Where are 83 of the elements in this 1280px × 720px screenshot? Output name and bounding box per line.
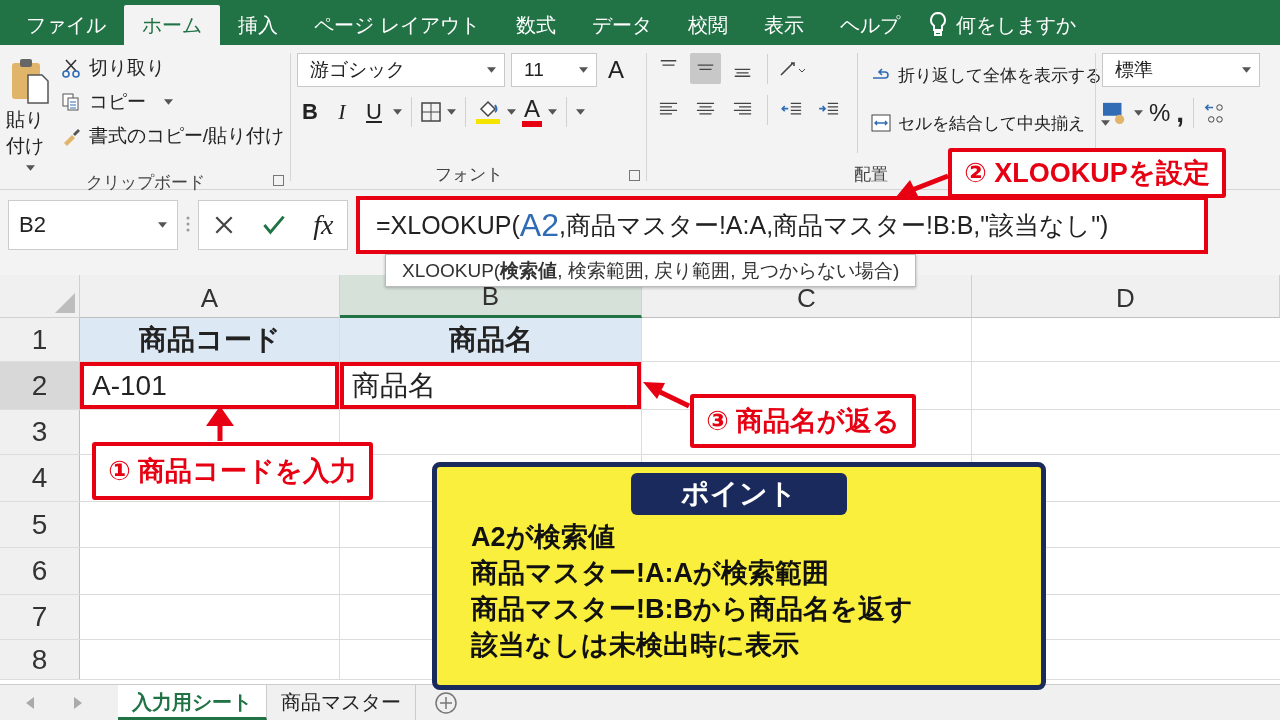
paste-button[interactable]: 貼り付け xyxy=(6,53,55,171)
sheet-tab[interactable]: 商品マスター xyxy=(267,685,416,720)
scissors-icon xyxy=(60,58,81,78)
table-cell[interactable]: A-101 xyxy=(80,362,340,409)
callout-arrow xyxy=(206,406,234,441)
ribbon-tab[interactable]: 校閲 xyxy=(669,5,746,45)
callout-label: ③ 商品名が返る xyxy=(690,394,917,448)
font-size-dropdown[interactable]: 11 xyxy=(511,53,597,87)
callout-label: ① 商品コードを入力 xyxy=(92,442,374,500)
row-header[interactable]: 4 xyxy=(0,455,80,501)
ribbon-tab[interactable]: ファイル xyxy=(8,5,124,45)
table-cell[interactable]: 商品名 xyxy=(340,362,642,409)
caret-icon xyxy=(487,67,496,73)
point-text: A2が検索値 xyxy=(471,521,616,554)
callout-arrow xyxy=(643,382,691,409)
row-header[interactable]: 3 xyxy=(0,410,80,454)
formula-field[interactable]: =XLOOKUP(A2,商品マスター!A:A,商品マスター!B:B,"該当なし") xyxy=(356,196,1208,254)
table-cell[interactable]: 商品名 xyxy=(340,318,642,361)
table-cell[interactable]: 商品コード xyxy=(80,318,340,361)
callout-label: ② XLOOKUPを設定 xyxy=(948,148,1226,198)
percent-button[interactable]: % xyxy=(1149,99,1171,127)
group-label: フォント xyxy=(434,163,503,186)
ribbon-tab[interactable]: ヘルプ xyxy=(821,5,918,45)
merge-center-button[interactable]: セルを結合して中央揃え xyxy=(870,105,1110,141)
row-header[interactable]: 1 xyxy=(0,318,80,361)
point-text: 商品マスター!A:Aが検索範囲 xyxy=(471,557,830,590)
cut-button[interactable]: 切り取り xyxy=(60,53,284,83)
callout-arrow xyxy=(896,173,949,197)
comma-button[interactable]: , xyxy=(1176,97,1185,129)
insert-function-button[interactable]: fx xyxy=(313,209,334,241)
caret-icon xyxy=(1101,120,1110,126)
group-label: クリップボード xyxy=(85,172,205,194)
caret-icon[interactable] xyxy=(447,109,456,115)
row-header[interactable]: 6 xyxy=(0,548,80,594)
point-title: ポイント xyxy=(631,473,847,515)
ribbon-tab[interactable]: 表示 xyxy=(745,5,822,45)
caret-icon xyxy=(163,99,173,105)
fill-color-icon[interactable] xyxy=(475,99,501,125)
ribbon-tab[interactable]: データ xyxy=(573,5,670,45)
ribbon-tab[interactable]: 数式 xyxy=(497,5,574,45)
grip-icon[interactable] xyxy=(186,216,190,232)
ribbon-tab[interactable]: ページ レイアウト xyxy=(296,5,498,45)
add-sheet-icon[interactable] xyxy=(434,690,458,715)
point-text: 商品マスター!B:Bから商品名を返す xyxy=(471,593,913,626)
name-box[interactable]: B2 xyxy=(8,200,178,250)
sheet-tab[interactable]: 入力用シート xyxy=(118,685,267,720)
italic-button[interactable]: I xyxy=(329,99,355,125)
borders-icon[interactable] xyxy=(421,102,441,122)
underline-button[interactable]: U xyxy=(361,99,387,125)
increase-decimal-icon[interactable] xyxy=(1203,101,1226,125)
group-label: 配置 xyxy=(854,163,888,186)
clipboard-icon xyxy=(10,57,51,105)
merge-icon xyxy=(870,112,892,134)
copy-button[interactable]: コピー xyxy=(60,87,284,117)
increase-font-button[interactable]: A xyxy=(603,56,629,84)
number-format-dropdown[interactable]: 標準 xyxy=(1102,53,1260,87)
dialog-launcher-icon[interactable] xyxy=(629,170,640,181)
function-tooltip: XLOOKUP(検索値, 検索範囲, 戻り範囲, 見つからない場合) xyxy=(385,254,917,287)
font-color-button[interactable]: A xyxy=(522,97,542,127)
caret-icon[interactable] xyxy=(393,109,402,115)
caret-icon xyxy=(25,165,35,171)
dialog-launcher-icon[interactable] xyxy=(273,175,284,186)
caret-icon[interactable] xyxy=(1134,110,1143,116)
bold-button[interactable]: B xyxy=(297,99,323,125)
caret-icon xyxy=(579,67,588,73)
tell-me-search[interactable]: 何をしますか xyxy=(955,5,1076,45)
lightbulb-icon xyxy=(927,11,948,37)
copy-icon xyxy=(60,92,81,112)
check-icon[interactable] xyxy=(261,213,286,237)
font-name-dropdown[interactable]: 游ゴシック xyxy=(297,53,505,87)
caret-icon xyxy=(158,222,167,228)
caret-icon xyxy=(1242,67,1251,73)
caret-icon[interactable] xyxy=(548,109,557,115)
row-header[interactable]: 7 xyxy=(0,595,80,639)
ribbon-tab[interactable]: ホーム xyxy=(124,5,220,45)
ribbon-tab[interactable]: 挿入 xyxy=(220,5,296,45)
caret-icon[interactable] xyxy=(576,109,585,115)
format-painter-button[interactable]: 書式のコピー/貼り付け xyxy=(60,121,284,151)
row-header[interactable]: 8 xyxy=(0,640,80,679)
row-header[interactable]: 5 xyxy=(0,502,80,547)
row-header[interactable]: 2 xyxy=(0,362,80,409)
point-text: 該当なしは未検出時に表示 xyxy=(471,629,800,662)
caret-icon[interactable] xyxy=(507,109,516,115)
